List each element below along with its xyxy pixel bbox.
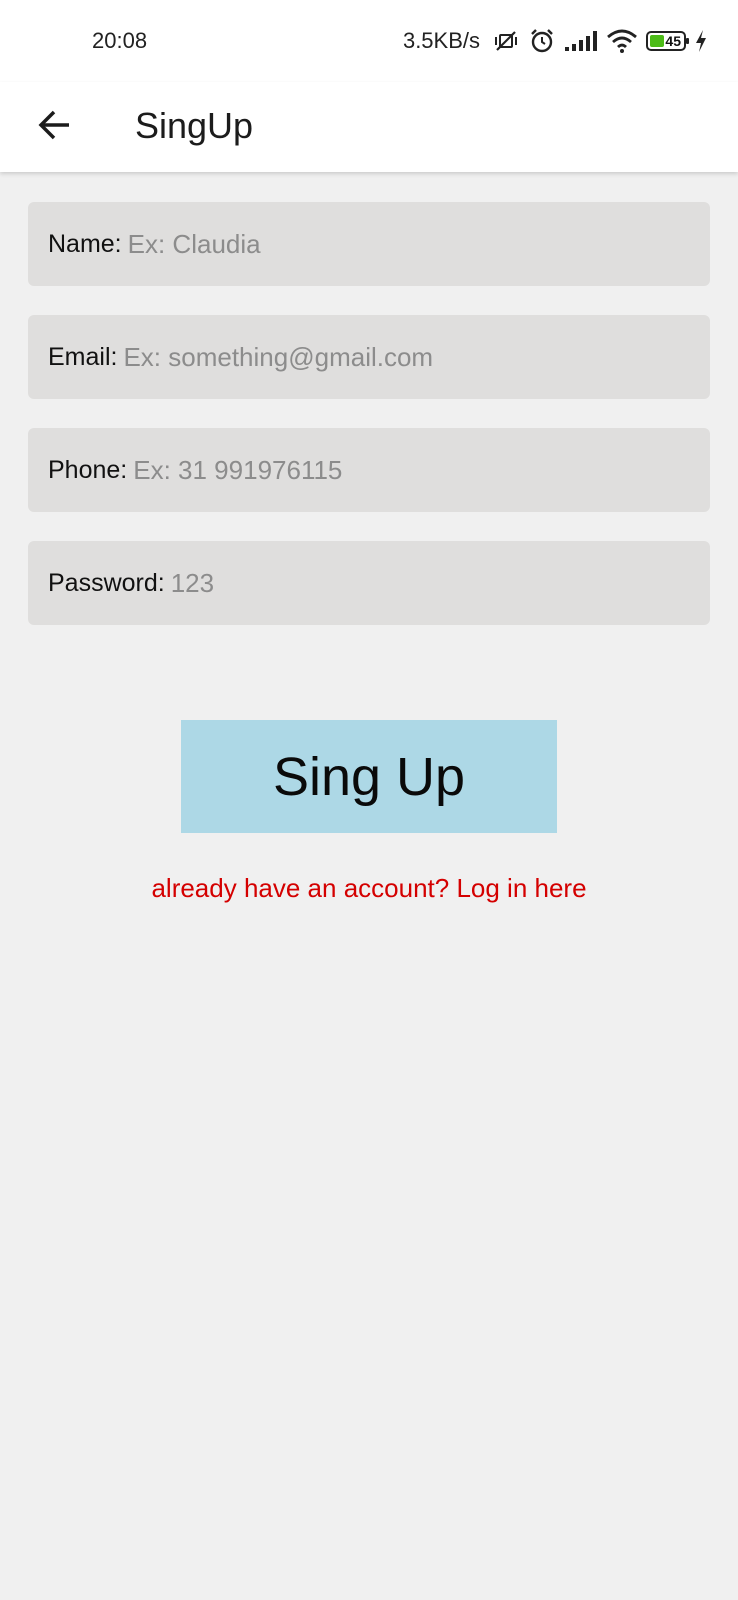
- password-label: Password:: [48, 568, 165, 597]
- phone-label: Phone:: [48, 455, 128, 484]
- name-label: Name:: [48, 229, 122, 258]
- password-input[interactable]: [170, 567, 710, 599]
- name-input[interactable]: [127, 228, 710, 260]
- status-time: 20:08: [92, 28, 148, 53]
- network-speed: 3.5KB/s: [402, 28, 480, 53]
- cellular-signal-icon: [564, 29, 598, 53]
- page-title: SingUp: [135, 105, 254, 146]
- alarm-icon: [528, 27, 556, 55]
- wifi-icon: [606, 28, 638, 54]
- status-icons: 3.5KB/s 45: [403, 26, 708, 56]
- sign-up-button[interactable]: Sing Up: [181, 720, 557, 833]
- name-field[interactable]: Name:: [28, 202, 710, 286]
- back-button[interactable]: [30, 102, 80, 152]
- phone-field[interactable]: Phone:: [28, 428, 710, 512]
- charging-icon: [694, 29, 708, 53]
- login-link[interactable]: already have an account? Log in here: [0, 873, 738, 904]
- battery-icon: 45: [646, 31, 689, 51]
- email-label: Email:: [48, 342, 118, 371]
- battery-level: 45: [665, 33, 681, 49]
- battery-tip: [686, 38, 689, 44]
- status-bar: 20:08 3.5KB/s 45: [0, 0, 738, 82]
- email-input[interactable]: [123, 341, 710, 373]
- app-bar: SingUp: [0, 82, 738, 172]
- arrow-left-icon: [37, 107, 73, 148]
- vibrate-off-icon: [492, 27, 520, 55]
- password-field[interactable]: Password:: [28, 541, 710, 625]
- email-field[interactable]: Email:: [28, 315, 710, 399]
- phone-input[interactable]: [133, 454, 710, 486]
